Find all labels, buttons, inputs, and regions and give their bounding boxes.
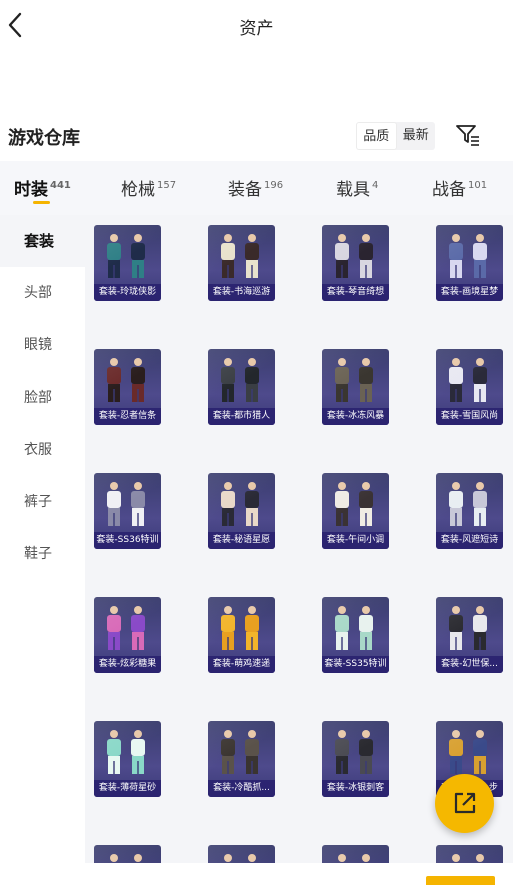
outfit-label: 套装-SS35特训 — [322, 656, 389, 673]
outfit-label: 套装-薄荷星砂 — [94, 780, 161, 797]
outfit-card[interactable]: 套装-SS36特训 — [94, 473, 161, 549]
outfit-card[interactable]: 套装-雪国风尚 — [436, 349, 503, 425]
outfit-label: 套装-玲珑侠影 — [94, 284, 161, 301]
tab-label: 载具 — [336, 180, 370, 200]
outfit-card[interactable]: 套装-画境星梦 — [436, 225, 503, 301]
outfit-label: 套装-忍者信条 — [94, 408, 161, 425]
tab-label: 战备 — [432, 180, 466, 200]
sidebar-item-face[interactable]: 脸部 — [0, 372, 85, 424]
sidebar-item-pants[interactable]: 裤子 — [0, 476, 85, 528]
active-tab-indicator — [33, 201, 50, 204]
outfit-card[interactable]: 套装-玲珑侠影 — [94, 225, 161, 301]
outfit-card[interactable]: 套装-冰冻风暴 — [322, 349, 389, 425]
sort-segmented-control: 品质 最新 — [356, 122, 435, 150]
sidebar-item-head[interactable]: 头部 — [0, 267, 85, 319]
outfit-card[interactable]: 套装-午间小调 — [322, 473, 389, 549]
sidebar-item-clothes[interactable]: 衣服 — [0, 424, 85, 476]
outfit-card[interactable]: 套装-薄荷星砂 — [94, 721, 161, 797]
section-title: 游戏仓库 — [8, 128, 80, 149]
sidebar-item-glasses[interactable]: 眼镜 — [0, 319, 85, 371]
outfit-label: 套装-秘语星愿 — [208, 532, 275, 549]
outfit-label: 套装-萌鸡速递 — [208, 656, 275, 673]
card-shine — [322, 845, 389, 863]
tab-fashion[interactable]: 时装 441 — [14, 175, 71, 200]
outfit-card[interactable]: 套装-书海巡游 — [208, 225, 275, 301]
bottom-bar — [0, 863, 513, 885]
outfit-card[interactable]: 套装-冷酷抓... — [208, 721, 275, 797]
outfit-card[interactable]: 套装-忍者信条 — [94, 349, 161, 425]
outfit-card[interactable]: 套装-秘语星愿 — [208, 473, 275, 549]
item-grid: 套装-玲珑侠影 套装-书海巡游 套装-琴音绮想 套装-画境星梦套装-忍者信条 套装-都市… — [85, 215, 513, 863]
section-header: 游戏仓库 品质 最新 — [0, 118, 513, 156]
outfit-card[interactable] — [208, 845, 275, 863]
category-tabs: 时装 441 枪械 157 装备 196 载具 4 战备 101 — [0, 161, 513, 215]
top-bar: 资产 — [0, 0, 513, 52]
outfit-card[interactable]: 套装-炫彩糖果 — [94, 597, 161, 673]
outfit-card[interactable]: 套装-风遮短诗 — [436, 473, 503, 549]
sort-latest-button[interactable]: 最新 — [397, 122, 436, 150]
outfit-card[interactable]: 套装-冰银刺客 — [322, 721, 389, 797]
outfit-label: 套装-SS36特训 — [94, 532, 161, 549]
page-title: 资产 — [239, 19, 274, 39]
tab-count: 441 — [50, 180, 71, 191]
tab-label: 装备 — [228, 180, 262, 200]
bottom-action-button[interactable] — [426, 876, 495, 885]
filter-icon — [456, 125, 479, 146]
card-shine — [436, 845, 503, 863]
outfit-label: 套装-雪国风尚 — [436, 408, 503, 425]
outfit-card[interactable] — [94, 845, 161, 863]
outfit-label: 套装-画境星梦 — [436, 284, 503, 301]
outfit-label: 套装-书海巡游 — [208, 284, 275, 301]
card-shine — [208, 845, 275, 863]
sidebar-item-outfit[interactable]: 套装 — [0, 215, 85, 267]
tab-label: 时装 — [14, 180, 48, 200]
outfit-label: 套装-冷酷抓... — [208, 780, 275, 797]
sort-quality-button[interactable]: 品质 — [356, 122, 397, 150]
tab-count: 101 — [468, 180, 488, 191]
outfit-card[interactable]: 套装-琴音绮想 — [322, 225, 389, 301]
tab-count: 196 — [264, 180, 284, 191]
card-shine — [94, 845, 161, 863]
filter-button[interactable] — [455, 122, 481, 148]
outfit-card[interactable]: 套装-幻世保... — [436, 597, 503, 673]
outfit-card[interactable] — [322, 845, 389, 863]
outfit-label: 套装-冰银刺客 — [322, 780, 389, 797]
outfit-label: 套装-风遮短诗 — [436, 532, 503, 549]
tab-vehicles[interactable]: 载具 4 — [336, 175, 378, 200]
tab-label: 枪械 — [121, 180, 155, 200]
tab-equipment[interactable]: 装备 196 — [228, 175, 283, 200]
share-fab-button[interactable] — [435, 774, 494, 833]
tab-guns[interactable]: 枪械 157 — [121, 175, 176, 200]
outfit-label: 套装-午间小调 — [322, 532, 389, 549]
outfit-label: 套装-琴音绮想 — [322, 284, 389, 301]
share-external-icon — [454, 792, 476, 814]
subcategory-sidebar: 套装 头部 眼镜 脸部 衣服 裤子 鞋子 — [0, 215, 85, 885]
outfit-card[interactable]: 套装-都市猎人 — [208, 349, 275, 425]
tab-battle-gear[interactable]: 战备 101 — [432, 175, 487, 200]
tab-count: 157 — [157, 180, 177, 191]
outfit-card[interactable] — [436, 845, 503, 863]
sidebar-item-shoes[interactable]: 鞋子 — [0, 528, 85, 580]
outfit-label: 套装-都市猎人 — [208, 408, 275, 425]
outfit-label: 套装-炫彩糖果 — [94, 656, 161, 673]
outfit-card[interactable]: 套装-萌鸡速递 — [208, 597, 275, 673]
outfit-card[interactable]: 套装-SS35特训 — [322, 597, 389, 673]
outfit-label: 套装-冰冻风暴 — [322, 408, 389, 425]
tab-count: 4 — [372, 180, 379, 191]
outfit-label: 套装-幻世保... — [436, 656, 503, 673]
